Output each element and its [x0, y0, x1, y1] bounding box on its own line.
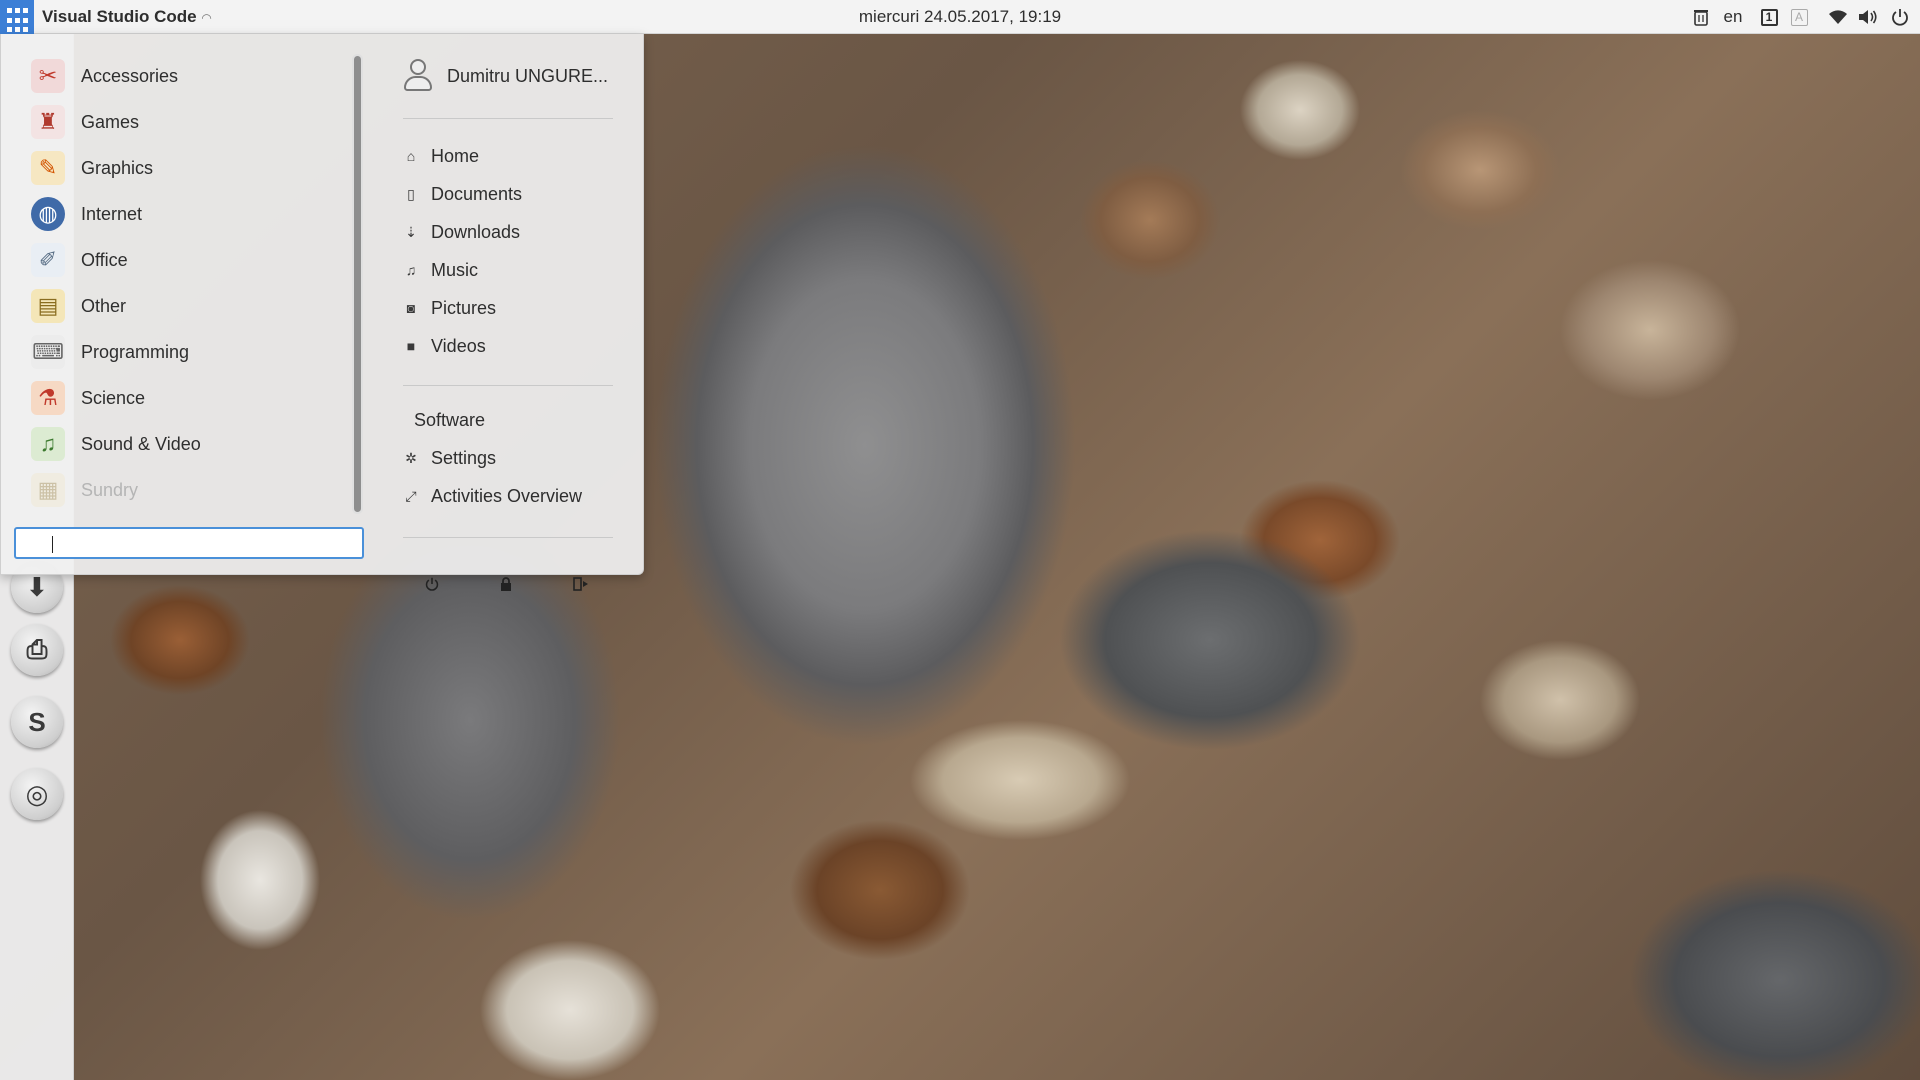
place-label: Pictures — [431, 297, 497, 318]
programming-icon: ⌨ — [31, 335, 65, 369]
games-icon: ♜ — [31, 105, 65, 139]
category-label: Programming — [81, 341, 190, 362]
category-label: Accessories — [81, 65, 179, 86]
category-label: Sundry — [81, 479, 139, 500]
place-downloads[interactable]: ⇣ Downloads — [401, 217, 520, 247]
trash-icon[interactable] — [1690, 0, 1712, 34]
place-videos[interactable]: ■ Videos — [401, 331, 486, 361]
category-label: Sound & Video — [81, 433, 201, 454]
document-icon: ▯ — [407, 185, 415, 202]
place-pictures[interactable]: ◙ Pictures — [401, 293, 496, 323]
science-icon: ⚗ — [31, 381, 65, 415]
dock-scanner-icon[interactable]: ⎙ — [11, 624, 63, 676]
input-method-label: A — [1790, 8, 1808, 26]
separator — [403, 537, 613, 538]
place-home[interactable]: ⌂ Home — [401, 141, 479, 171]
loading-icon: ◠ — [201, 11, 212, 25]
category-office[interactable]: ✐ Office — [31, 239, 341, 281]
top-bar: Visual Studio Code ◠ miercuri 24.05.2017… — [0, 0, 1920, 34]
place-label: Music — [431, 259, 479, 280]
category-games[interactable]: ♜ Games — [31, 101, 341, 143]
graphics-icon: ✎ — [31, 151, 65, 185]
text-caret — [52, 536, 53, 553]
workspace-label: 1 — [1760, 8, 1778, 26]
office-icon: ✐ — [31, 243, 65, 277]
category-label: Other — [81, 295, 127, 316]
software-link[interactable]: Software — [414, 405, 485, 435]
wifi-icon[interactable] — [1827, 0, 1849, 34]
dock-chrome-icon[interactable]: ◎ — [11, 768, 63, 820]
settings-link[interactable]: ✲ Settings — [401, 443, 496, 473]
category-internet[interactable]: ◍ Internet — [31, 193, 341, 235]
user-account[interactable]: Dumitru UNGURE... — [403, 56, 623, 96]
power-off-icon[interactable] — [425, 577, 439, 595]
category-programming[interactable]: ⌨ Programming — [31, 331, 341, 373]
category-scrollbar[interactable] — [352, 54, 363, 514]
separator — [403, 118, 613, 119]
category-accessories[interactable]: ✂ Accessories — [31, 55, 341, 97]
clock-label[interactable]: miercuri 24.05.2017, 19:19 — [859, 7, 1061, 26]
category-graphics[interactable]: ✎ Graphics — [31, 147, 341, 189]
settings-icon: ✲ — [405, 449, 417, 466]
place-label: Documents — [431, 183, 523, 204]
input-method-indicator[interactable]: A — [1788, 0, 1810, 34]
settings-label: Settings — [431, 447, 497, 468]
place-label: Downloads — [431, 221, 521, 242]
search-input[interactable] — [16, 529, 362, 557]
category-other[interactable]: ▤ Other — [31, 285, 341, 327]
language-label: en — [1723, 7, 1743, 26]
category-science[interactable]: ⚗ Science — [31, 377, 341, 419]
expand-icon: ⤢ — [405, 487, 417, 504]
place-music[interactable]: ♫ Music — [401, 255, 478, 285]
camera-icon: ◙ — [406, 300, 416, 316]
place-documents[interactable]: ▯ Documents — [401, 179, 522, 209]
search-field[interactable] — [14, 527, 364, 559]
sound-video-icon: ♫ — [31, 427, 65, 461]
user-avatar-icon — [403, 59, 433, 93]
active-app-label: Visual Studio Code — [42, 7, 197, 26]
application-menu: ✂ Accessories ♜ Games ✎ Graphics ◍ Inter… — [0, 34, 644, 575]
category-label: Science — [81, 387, 146, 408]
other-icon: ▤ — [31, 289, 65, 323]
power-icon[interactable] — [1888, 0, 1912, 34]
active-app-menu[interactable]: Visual Studio Code ◠ — [42, 7, 212, 27]
accessories-icon: ✂ — [31, 59, 65, 93]
category-label: Graphics — [81, 157, 154, 178]
video-icon: ■ — [406, 338, 416, 354]
category-sound-video[interactable]: ♫ Sound & Video — [31, 423, 341, 465]
dock-skype-icon[interactable]: S — [11, 696, 63, 748]
home-icon: ⌂ — [406, 148, 416, 164]
music-icon: ♫ — [405, 262, 417, 278]
category-label: Games — [81, 111, 140, 132]
user-name: Dumitru UNGURE... — [447, 65, 609, 86]
workspace-indicator[interactable]: 1 — [1758, 0, 1780, 34]
software-label: Software — [414, 409, 486, 430]
language-indicator[interactable]: en — [1718, 0, 1748, 34]
logout-icon[interactable] — [573, 577, 589, 595]
lock-icon[interactable] — [500, 577, 512, 595]
activities-overview-link[interactable]: ⤢ Activities Overview — [401, 481, 582, 511]
category-label: Internet — [81, 203, 143, 224]
place-label: Home — [431, 145, 480, 166]
category-sundry[interactable]: ▦ Sundry — [31, 469, 341, 511]
activities-label: Activities Overview — [431, 485, 583, 506]
category-label: Office — [81, 249, 128, 270]
internet-icon: ◍ — [31, 197, 65, 231]
sundry-icon: ▦ — [31, 473, 65, 507]
volume-icon[interactable] — [1857, 0, 1879, 34]
clock: miercuri 24.05.2017, 19:19 — [0, 7, 1920, 27]
separator — [403, 385, 613, 386]
app-grid-icon[interactable] — [0, 0, 34, 34]
download-icon: ⇣ — [405, 223, 417, 240]
place-label: Videos — [431, 335, 486, 356]
category-scrollbar-thumb[interactable] — [352, 54, 363, 514]
